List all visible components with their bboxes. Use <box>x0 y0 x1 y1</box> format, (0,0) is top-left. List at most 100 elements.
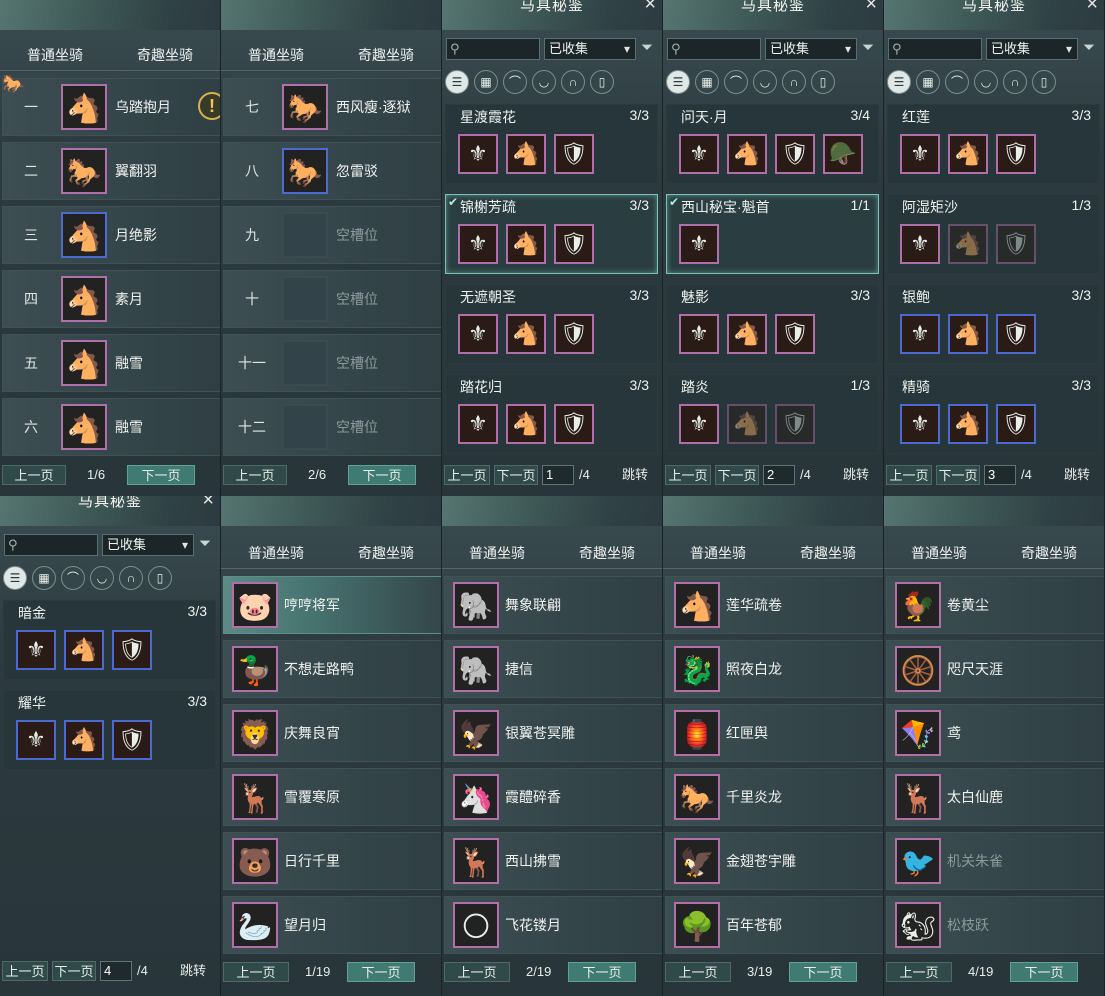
saddle-piece-icon[interactable]: 🐴 <box>727 134 767 174</box>
mount-row[interactable]: 三 🐴 月绝影 <box>2 206 220 264</box>
alert-icon[interactable]: ! <box>198 92 220 120</box>
saddle-icon[interactable]: ⌒ <box>945 70 969 94</box>
mount-row[interactable]: 🛞 咫尺天涯 <box>886 640 1104 698</box>
tab-normal-mounts[interactable]: 普通坐骑 <box>27 45 83 65</box>
saddle-piece-icon[interactable]: 🛡 <box>112 630 152 670</box>
next-page-button[interactable]: 下一页 <box>52 961 96 981</box>
mount-row[interactable]: 十 空槽位 <box>223 270 441 328</box>
mount-row[interactable]: 🦆 不想走路鸭 <box>223 640 441 698</box>
mount-row[interactable]: 🐓 卷黄尘 <box>886 576 1104 634</box>
mount-row[interactable]: 🦅 银翼苍冥雕 <box>444 704 662 762</box>
saddle-piece-icon[interactable]: 🛡 <box>112 720 152 760</box>
mount-row[interactable]: 🐻 日行千里 <box>223 832 441 890</box>
saddle-piece-icon[interactable]: 🐴 <box>727 314 767 354</box>
tab-fun-mounts[interactable]: 奇趣坐骑 <box>137 45 193 65</box>
tab-normal-mounts[interactable]: 普通坐骑 <box>248 45 304 65</box>
saddle-piece-icon[interactable]: 🐴 <box>506 314 546 354</box>
saddle-piece-icon[interactable]: ⚜ <box>16 630 56 670</box>
saddle-set-card[interactable]: 阿湿矩沙 1/3 ⚜ 🐴 🛡 <box>887 194 1100 274</box>
prev-page-button[interactable]: 上一页 <box>886 465 932 485</box>
jump-button[interactable]: 跳转 <box>612 465 658 485</box>
search-input[interactable]: ⚲ <box>888 38 982 60</box>
mount-row[interactable]: 五 🐴 融雪 <box>2 334 220 392</box>
tab-normal-mounts[interactable]: 普通坐骑 <box>690 543 746 563</box>
mount-row[interactable]: 🦢 望月归 <box>223 896 441 954</box>
grid-icon[interactable]: ▦ <box>474 70 498 94</box>
mount-row[interactable]: 🦌 太白仙鹿 <box>886 768 1104 826</box>
list-icon[interactable]: ☰ <box>887 70 911 94</box>
saddle-piece-icon[interactable]: 🛡 <box>775 314 815 354</box>
saddle-piece-icon[interactable]: 🛡 <box>996 314 1036 354</box>
grid-icon[interactable]: ▦ <box>916 70 940 94</box>
stirrup-icon[interactable]: ▯ <box>590 70 614 94</box>
prev-page-button[interactable]: 上一页 <box>444 962 510 982</box>
stirrup-icon[interactable]: ▯ <box>148 566 172 590</box>
saddle-set-card[interactable]: ✔ 西山秘宝·魁首 1/1 ⚜ <box>666 194 879 274</box>
saddle-set-card[interactable]: 耀华 3/3 ⚜ 🐴 🛡 <box>3 690 216 770</box>
mount-row[interactable]: 🦌 西山拂雪 <box>444 832 662 890</box>
mount-row[interactable]: 六 🐴 融雪 <box>2 398 220 456</box>
next-page-button[interactable]: 下一页 <box>348 465 416 485</box>
close-icon[interactable]: × <box>644 0 656 14</box>
saddle-piece-icon[interactable]: 🛡 <box>554 134 594 174</box>
tab-fun-mounts[interactable]: 奇趣坐骑 <box>1021 543 1077 563</box>
tab-normal-mounts[interactable]: 普通坐骑 <box>248 543 304 563</box>
saddle-piece-icon[interactable]: 🐴 <box>506 404 546 444</box>
saddle-piece-icon[interactable]: 🛡 <box>554 404 594 444</box>
prev-page-button[interactable]: 上一页 <box>886 962 952 982</box>
mount-row[interactable]: 七 🐎 西风瘦·逐狱 <box>223 78 441 136</box>
saddle-piece-icon[interactable]: ⚜ <box>458 224 498 264</box>
saddle-piece-icon[interactable]: 🐴 <box>506 134 546 174</box>
next-page-button[interactable]: 下一页 <box>936 465 980 485</box>
collected-filter-dropdown[interactable]: 已收集 ▾ <box>765 38 857 60</box>
horseshoe-icon[interactable]: ∩ <box>119 566 143 590</box>
next-page-button[interactable]: 下一页 <box>715 465 759 485</box>
saddle-piece-icon[interactable]: 🐴 <box>948 314 988 354</box>
tab-normal-mounts[interactable]: 普通坐骑 <box>911 543 967 563</box>
collected-filter-dropdown[interactable]: 已收集 ▾ <box>986 38 1078 60</box>
mount-row[interactable]: 🐘 捷信 <box>444 640 662 698</box>
jump-button[interactable]: 跳转 <box>833 465 879 485</box>
grid-icon[interactable]: ▦ <box>695 70 719 94</box>
funnel-icon[interactable]: ⏷ <box>1083 39 1095 56</box>
funnel-icon[interactable]: ⏷ <box>862 39 874 56</box>
next-page-button[interactable]: 下一页 <box>1010 962 1078 982</box>
saddle-piece-icon[interactable]: 🛡 <box>775 134 815 174</box>
saddle-piece-icon[interactable]: 🐴 <box>64 720 104 760</box>
saddle-piece-icon[interactable]: 🛡 <box>775 404 815 444</box>
prev-page-button[interactable]: 上一页 <box>665 962 731 982</box>
mount-row[interactable]: 🏮 红匣舆 <box>665 704 883 762</box>
search-input[interactable]: ⚲ <box>667 38 761 60</box>
saddle-piece-icon[interactable]: ⚜ <box>458 314 498 354</box>
mount-row[interactable]: 🐘 舞象联翩 <box>444 576 662 634</box>
close-icon[interactable]: × <box>202 496 214 510</box>
mount-row[interactable]: 🐎 千里炎龙 <box>665 768 883 826</box>
stirrup-icon[interactable]: ▯ <box>811 70 835 94</box>
saddle-icon[interactable]: ⌒ <box>724 70 748 94</box>
mount-row[interactable]: 九 空槽位 <box>223 206 441 264</box>
stirrup-icon[interactable]: ▯ <box>1032 70 1056 94</box>
mount-row[interactable]: 🌳 百年苍郁 <box>665 896 883 954</box>
saddle-piece-icon[interactable]: ⚜ <box>16 720 56 760</box>
list-icon[interactable]: ☰ <box>445 70 469 94</box>
mount-row[interactable]: 🪁 鸢 <box>886 704 1104 762</box>
jump-button[interactable]: 跳转 <box>1054 465 1100 485</box>
saddle-piece-icon[interactable]: 🛡 <box>996 224 1036 264</box>
next-page-button[interactable]: 下一页 <box>568 962 636 982</box>
tab-normal-mounts[interactable]: 普通坐骑 <box>469 543 525 563</box>
grid-icon[interactable]: ▦ <box>32 566 56 590</box>
close-icon[interactable]: × <box>865 0 877 14</box>
page-number-input[interactable]: 3 <box>984 465 1016 485</box>
list-icon[interactable]: ☰ <box>3 566 27 590</box>
search-input[interactable]: ⚲ <box>4 534 98 556</box>
saddle-set-card[interactable]: 踏炎 1/3 ⚜ 🐴 🛡 <box>666 374 879 454</box>
horseshoe-icon[interactable]: ∩ <box>561 70 585 94</box>
prev-page-button[interactable]: 上一页 <box>2 465 66 485</box>
mount-row[interactable]: 🐴 莲华疏卷 <box>665 576 883 634</box>
saddle-piece-icon[interactable]: ⚜ <box>679 134 719 174</box>
saddle-set-card[interactable]: 星渡霞花 3/3 ⚜ 🐴 🛡 <box>445 104 658 184</box>
saddle-piece-icon[interactable]: 🐴 <box>948 224 988 264</box>
saddle-piece-icon[interactable]: 🛡 <box>554 314 594 354</box>
saddle-piece-icon[interactable]: 🐴 <box>948 404 988 444</box>
mount-row[interactable]: 二 🐎 翼翻羽 <box>2 142 220 200</box>
